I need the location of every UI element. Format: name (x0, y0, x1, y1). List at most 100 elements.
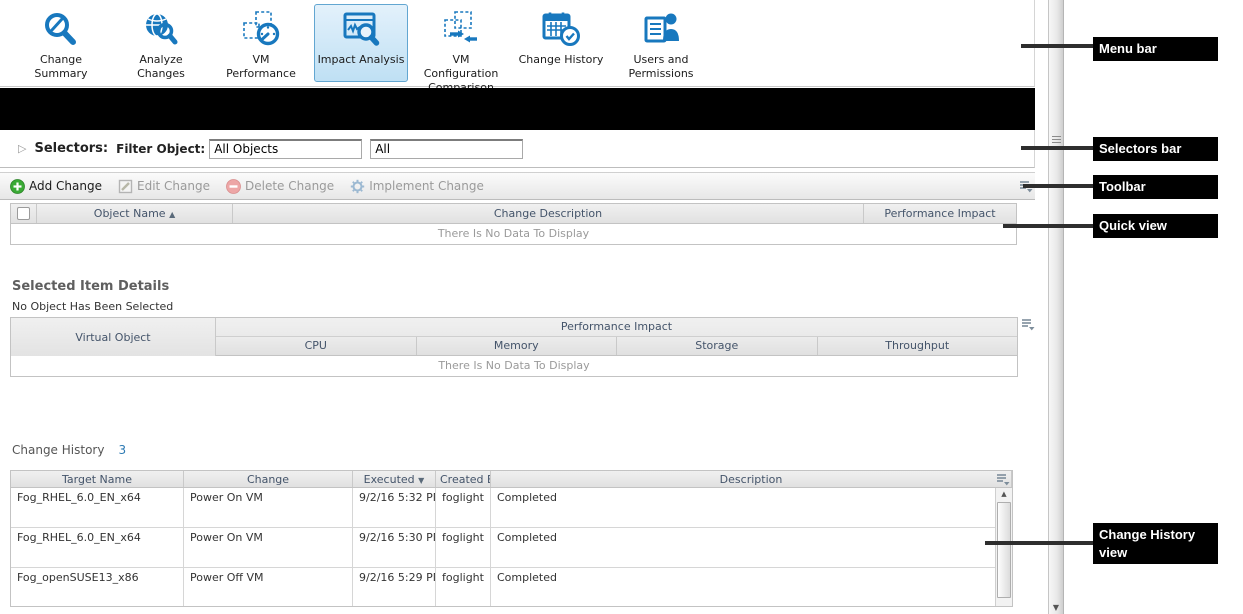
details-empty-message: There Is No Data To Display (11, 356, 1017, 376)
vm-configuration-comparison-icon (415, 9, 507, 51)
implement-change-label: Implement Change (369, 179, 484, 193)
change-toolbar: Add Change Edit Change Delete Change (0, 172, 1035, 200)
edit-icon (118, 179, 133, 194)
change-history-callout-line (985, 541, 1093, 545)
cell-target-name: Fog_openSUSE13_x86 (11, 568, 184, 606)
column-object-name[interactable]: Object Name ▲ (37, 204, 233, 223)
impact-analysis-icon (315, 9, 407, 51)
filter-object-input[interactable] (209, 139, 362, 159)
selected-item-details-table: Virtual Object Performance Impact CPU Me… (10, 317, 1018, 377)
page-scrollbar[interactable]: ▼ (1048, 0, 1064, 614)
selectors-bar-callout-line (1021, 146, 1093, 150)
menu-bar: Change Summary Analyze Changes (0, 0, 1035, 87)
menu-item-label: Change History (515, 51, 607, 71)
menu-item-change-summary[interactable]: Change Summary (14, 4, 108, 86)
selected-item-details-title: Selected Item Details (12, 279, 169, 294)
column-change[interactable]: Change (184, 471, 353, 487)
scroll-up-icon[interactable]: ▲ (996, 488, 1012, 501)
menu-bar-annotation: Menu bar (1093, 37, 1218, 61)
column-target-name[interactable]: Target Name (11, 471, 184, 487)
change-history-scrollbar-thumb[interactable] (997, 502, 1011, 598)
delete-change-button[interactable]: Delete Change (226, 179, 334, 194)
column-description[interactable]: Description (491, 471, 1012, 487)
selectors-bar: ▷ Selectors: Filter Object: (0, 130, 1035, 168)
add-icon (10, 179, 25, 194)
change-history-count: 3 (118, 443, 126, 457)
scroll-down-icon[interactable]: ▼ (1049, 603, 1063, 612)
cell-created-by: foglight (436, 488, 491, 527)
cell-description: Completed (491, 528, 1012, 567)
quick-view-annotation: Quick view (1093, 214, 1218, 238)
banner-bar (0, 88, 1035, 130)
column-cpu[interactable]: CPU (216, 337, 417, 355)
menu-item-label: Impact Analysis (315, 51, 407, 71)
cell-executed: 9/2/16 5:29 PM (353, 568, 436, 606)
sort-desc-icon: ▼ (418, 476, 424, 485)
menu-item-label: Users and Permissions (615, 51, 707, 85)
change-history-header: Target Name Change Executed ▼ Created By… (11, 471, 1012, 488)
selectors-expander-icon[interactable]: ▷ (18, 142, 26, 155)
select-all-checkbox[interactable] (17, 207, 30, 220)
cell-description: Completed (491, 568, 1012, 606)
change-summary-icon (15, 9, 107, 51)
sort-asc-icon: ▲ (169, 210, 175, 219)
column-virtual-object[interactable]: Virtual Object (11, 318, 216, 356)
vm-performance-icon (215, 9, 307, 51)
menu-item-label: Change Summary (15, 51, 107, 85)
cell-change: Power On VM (184, 488, 353, 527)
table-row[interactable]: Fog_RHEL_6.0_EN_x64 Power On VM 9/2/16 5… (11, 488, 1012, 528)
add-change-button[interactable]: Add Change (10, 179, 102, 194)
change-history-icon (515, 9, 607, 51)
column-storage[interactable]: Storage (617, 337, 818, 355)
column-executed[interactable]: Executed ▼ (353, 471, 436, 487)
implement-gear-icon (350, 179, 365, 194)
selectors-title: Selectors: (34, 141, 108, 156)
filter-scope-input[interactable] (370, 139, 523, 159)
menu-item-change-history[interactable]: Change History (514, 4, 608, 82)
table-row[interactable]: Fog_openSUSE13_x86 Power Off VM 9/2/16 5… (11, 568, 1012, 606)
cell-description: Completed (491, 488, 1012, 527)
cell-executed: 9/2/16 5:32 PM (353, 488, 436, 527)
edit-change-button[interactable]: Edit Change (118, 179, 210, 194)
details-customizer-icon[interactable] (1021, 318, 1035, 331)
quick-view-table: Object Name ▲ Change Description Perform… (10, 203, 1017, 245)
change-history-annotation: Change History view (1093, 523, 1218, 564)
menu-item-vm-configuration-comparison[interactable]: VM Configuration Comparison (414, 4, 508, 99)
cell-target-name: Fog_RHEL_6.0_EN_x64 (11, 528, 184, 567)
analyze-changes-icon (115, 9, 207, 51)
quick-view-empty-message: There Is No Data To Display (11, 224, 1016, 244)
menu-bar-callout-line (1021, 44, 1093, 48)
impact-analysis-screen: Change Summary Analyze Changes (0, 0, 1243, 614)
cell-created-by: foglight (436, 528, 491, 567)
menu-item-vm-performance[interactable]: VM Performance (214, 4, 308, 86)
cell-change: Power Off VM (184, 568, 353, 606)
menu-item-label: Analyze Changes (115, 51, 207, 85)
toolbar-callout-line (1023, 184, 1093, 188)
cell-created-by: foglight (436, 568, 491, 606)
implement-change-button[interactable]: Implement Change (350, 179, 484, 194)
cell-change: Power On VM (184, 528, 353, 567)
edit-change-label: Edit Change (137, 179, 210, 193)
change-history-scrollbar[interactable]: ▲ (995, 488, 1012, 606)
selectors-bar-annotation: Selectors bar (1093, 137, 1218, 161)
menu-item-impact-analysis[interactable]: Impact Analysis (314, 4, 408, 82)
column-throughput[interactable]: Throughput (818, 337, 1018, 355)
select-all-cell (11, 204, 37, 223)
scrollbar-grip-icon (1052, 136, 1061, 145)
quick-view-callout-line (1003, 224, 1093, 228)
column-change-description[interactable]: Change Description (233, 204, 864, 223)
table-row[interactable]: Fog_RHEL_6.0_EN_x64 Power On VM 9/2/16 5… (11, 528, 1012, 568)
column-memory[interactable]: Memory (417, 337, 618, 355)
change-history-customizer-icon[interactable] (996, 473, 1010, 486)
column-performance-impact[interactable]: Performance Impact (864, 204, 1016, 223)
column-created-by[interactable]: Created By (436, 471, 491, 487)
menu-item-analyze-changes[interactable]: Analyze Changes (114, 4, 208, 86)
no-object-selected-note: No Object Has Been Selected (12, 300, 173, 313)
toolbar-annotation: Toolbar (1093, 175, 1218, 199)
menu-item-users-and-permissions[interactable]: Users and Permissions (614, 4, 708, 86)
filter-object-label: Filter Object: (116, 142, 205, 156)
quick-view-header: Object Name ▲ Change Description Perform… (11, 204, 1016, 224)
delete-change-label: Delete Change (245, 179, 334, 193)
change-history-body: Fog_RHEL_6.0_EN_x64 Power On VM 9/2/16 5… (11, 488, 1012, 606)
change-history-table: Target Name Change Executed ▼ Created By… (10, 470, 1013, 607)
